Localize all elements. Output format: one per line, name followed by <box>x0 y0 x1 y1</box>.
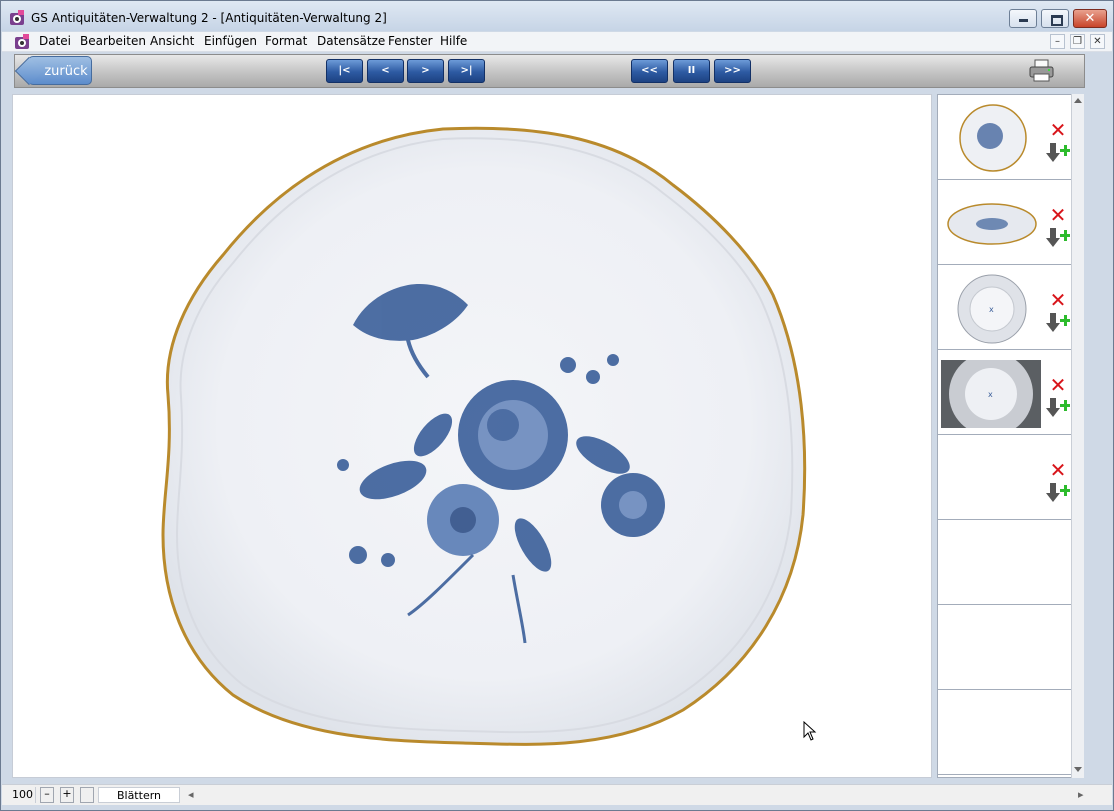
menu-format[interactable]: Format <box>265 34 307 48</box>
delete-x-icon[interactable]: ✕ <box>1048 120 1068 140</box>
add-down-arrow-icon[interactable] <box>1046 228 1070 248</box>
add-down-arrow-icon[interactable] <box>1046 483 1070 503</box>
thumbnail-slot[interactable]: ✕ <box>938 435 1071 520</box>
mdi-restore-button[interactable]: ❐ <box>1070 34 1085 49</box>
thumbnail-plate-side[interactable] <box>946 200 1038 248</box>
delete-x-icon[interactable]: ✕ <box>1048 205 1068 225</box>
delete-x-icon[interactable]: ✕ <box>1048 460 1068 480</box>
thumbnail-plate-top[interactable] <box>956 103 1030 173</box>
scroll-left-icon[interactable]: ◂ <box>188 787 194 803</box>
thumbnail-panel: ✕ ✕ x ✕ x ✕ ✕ <box>937 94 1084 778</box>
menu-fenster[interactable]: Fenster <box>388 34 433 48</box>
previous-record-button[interactable]: < <box>367 59 404 83</box>
image-viewer <box>12 94 932 778</box>
thumbnail-plate-bottom[interactable]: x <box>954 273 1030 345</box>
status-bar: 100 – + Blättern ◂ ▸ <box>2 784 1112 805</box>
thumbnail-slot-empty[interactable] <box>938 690 1071 775</box>
mouse-cursor-icon <box>803 721 817 741</box>
menu-bar: Datei Bearbeiten Ansicht Einfügen Format… <box>2 32 1112 52</box>
application-window: GS Antiquitäten-Verwaltung 2 - [Antiquit… <box>0 0 1114 811</box>
scroll-right-icon[interactable]: ▸ <box>1078 787 1084 803</box>
svg-text:x: x <box>989 305 994 314</box>
delete-x-icon[interactable]: ✕ <box>1048 375 1068 395</box>
back-button-label: zurück <box>44 64 88 79</box>
thumbnail-slot-empty[interactable] <box>938 605 1071 690</box>
minimize-button[interactable] <box>1009 9 1037 28</box>
thumbnail-slot[interactable]: x ✕ <box>938 265 1071 350</box>
menu-datensaetze[interactable]: Datensätze <box>317 34 385 48</box>
mode-indicator[interactable]: Blättern <box>98 787 180 803</box>
menu-einfuegen[interactable]: Einfügen <box>204 34 257 48</box>
thumbnail-plate-bottom-dark[interactable]: x <box>941 360 1041 428</box>
maximize-button[interactable] <box>1041 9 1069 28</box>
thumbnail-slot[interactable]: x ✕ <box>938 350 1071 435</box>
fast-forward-button[interactable]: >> <box>714 59 751 83</box>
navigation-toolbar <box>14 54 1085 88</box>
window-title: GS Antiquitäten-Verwaltung 2 - [Antiquit… <box>31 11 387 25</box>
menu-datei[interactable]: Datei <box>39 34 71 48</box>
app-icon <box>10 10 24 25</box>
maximize-icon <box>1051 15 1063 26</box>
svg-text:x: x <box>988 390 993 399</box>
minimize-icon <box>1019 19 1028 22</box>
rewind-button[interactable]: << <box>631 59 668 83</box>
scroll-down-icon[interactable] <box>1074 767 1082 772</box>
add-down-arrow-icon[interactable] <box>1046 143 1070 163</box>
thumbnail-slot-empty[interactable] <box>938 520 1071 605</box>
menu-bearbeiten[interactable]: Bearbeiten <box>80 34 146 48</box>
delete-x-icon[interactable]: ✕ <box>1048 290 1068 310</box>
document-icon <box>15 34 29 49</box>
mdi-minimize-button[interactable]: – <box>1050 34 1065 49</box>
plate-image <box>161 126 807 746</box>
close-icon: ✕ <box>1084 11 1096 26</box>
pause-button[interactable]: II <box>673 59 710 83</box>
printer-icon[interactable] <box>1028 59 1055 83</box>
add-down-arrow-icon[interactable] <box>1046 398 1070 418</box>
scroll-up-icon[interactable] <box>1074 98 1082 103</box>
zoom-out-button[interactable]: – <box>40 787 54 803</box>
add-down-arrow-icon[interactable] <box>1046 313 1070 333</box>
thumbnail-scrollbar[interactable] <box>1071 94 1084 778</box>
first-record-button[interactable]: |< <box>326 59 363 83</box>
thumbnail-slot[interactable]: ✕ <box>938 95 1071 180</box>
last-record-button[interactable]: >| <box>448 59 485 83</box>
back-button[interactable]: zurück <box>28 56 92 85</box>
zoom-in-button[interactable]: + <box>60 787 74 803</box>
layout-toggle-icon[interactable] <box>80 787 94 803</box>
menu-ansicht[interactable]: Ansicht <box>150 34 194 48</box>
thumbnail-slot[interactable]: ✕ <box>938 180 1071 265</box>
mdi-close-button[interactable]: ✕ <box>1090 34 1105 49</box>
zoom-level: 100 <box>12 787 36 803</box>
next-record-button[interactable]: > <box>407 59 444 83</box>
menu-hilfe[interactable]: Hilfe <box>440 34 467 48</box>
title-bar: GS Antiquitäten-Verwaltung 2 - [Antiquit… <box>1 1 1113 31</box>
close-button[interactable]: ✕ <box>1073 9 1107 28</box>
